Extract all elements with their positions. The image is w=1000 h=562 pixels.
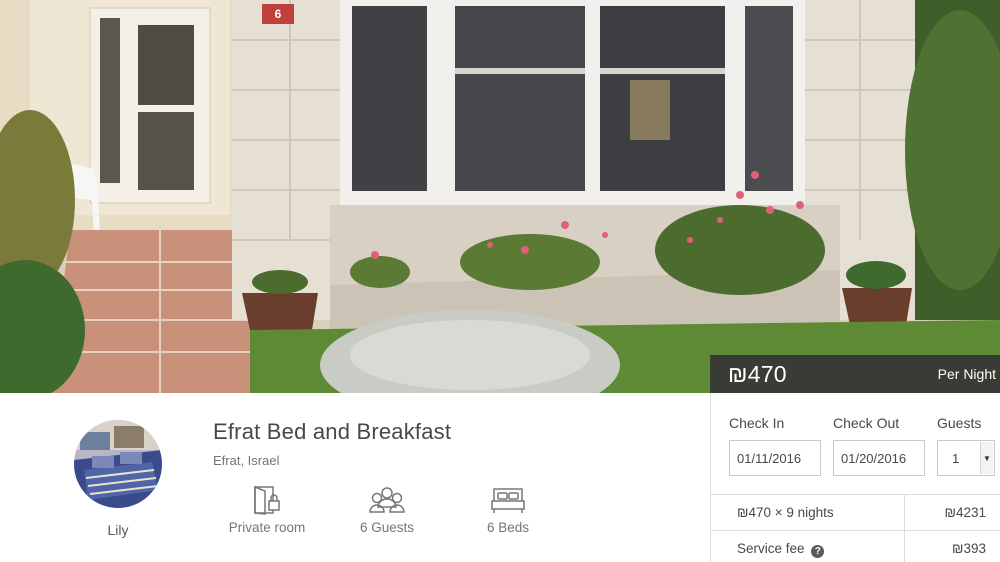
service-fee-row: Service fee ? [737,541,825,558]
amenity-label: 6 Beds [486,520,530,535]
booking-panel: Check In Check Out Guests 01/11/2016 01/… [710,393,1000,562]
service-fee-label: Service fee [737,541,805,556]
price-unit-label: Per Night [937,366,996,382]
divider [711,494,1000,495]
price-header: ₪470 Per Night [710,355,1000,393]
check-out-input[interactable]: 01/20/2016 [833,440,925,476]
host-avatar-image [74,420,162,508]
info-icon[interactable]: ? [811,545,825,558]
private-room-icon [254,485,280,515]
check-in-input[interactable]: 01/11/2016 [729,440,821,476]
house-number-plate: 6 [274,7,282,21]
host-name[interactable]: Lily [74,522,162,538]
amenity-label: 6 Guests [359,520,415,535]
service-fee-value: ₪393 [952,541,986,556]
guests-select[interactable]: 1 ▼ [937,440,995,476]
amenity-guests: 6 Guests [332,485,442,535]
listing-title: Efrat Bed and Breakfast [213,419,452,444]
divider [711,530,1000,531]
listing-location[interactable]: Efrat, Israel [213,453,279,468]
guests-value: 1 [952,450,960,466]
check-in-value: 01/11/2016 [737,450,802,466]
nightly-price: ₪470 [728,360,787,387]
amenity-room-type: Private room [212,485,322,535]
check-in-label: Check In [729,415,785,431]
guests-icon [369,487,405,513]
hero-photo-illustration [0,0,1000,393]
check-out-value: 01/20/2016 [841,450,907,466]
guests-label: Guests [937,415,982,431]
nights-line-label: ₪470 × 9 nights [737,505,834,520]
divider [904,494,905,530]
host-avatar[interactable] [74,420,162,508]
listing-hero-photo[interactable]: 6 [0,0,1000,393]
check-out-label: Check Out [833,415,900,431]
amenity-beds: 6 Beds [453,485,563,535]
amenity-label: Private room [228,520,306,535]
divider [904,530,905,562]
dropdown-arrow-icon[interactable]: ▼ [980,442,993,474]
bed-icon [491,488,525,513]
nights-total: ₪4231 [944,505,987,520]
